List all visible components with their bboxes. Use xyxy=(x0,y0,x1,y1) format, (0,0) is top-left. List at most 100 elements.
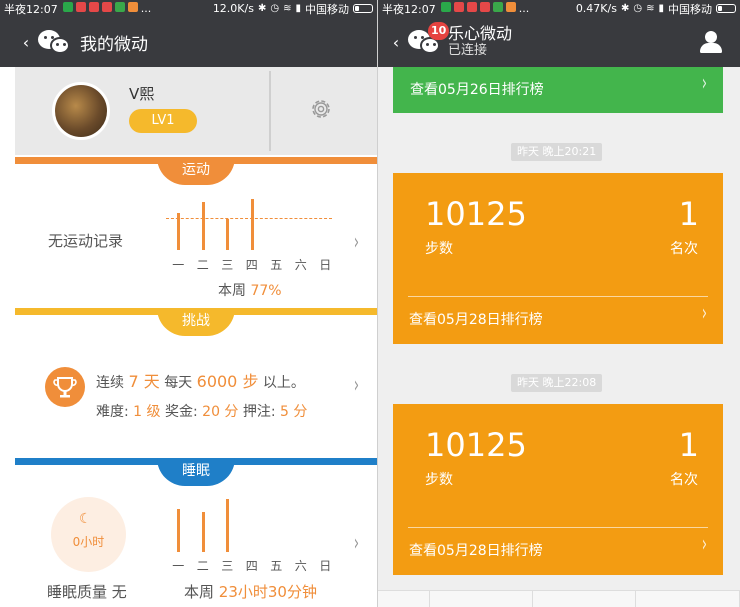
ranking-link[interactable]: 查看05月26日排行榜 xyxy=(410,79,544,99)
no-exercise-record: 无运动记录 xyxy=(48,232,124,250)
sleep-week-summary: 本周 23小时30分钟 xyxy=(184,583,317,601)
weekday-label: 三 xyxy=(221,258,234,272)
level-badge: LV1 xyxy=(129,109,197,133)
app-notif-icon xyxy=(505,2,516,12)
weekday-label: 二 xyxy=(196,258,209,272)
sleep-tab: 睡眠 xyxy=(157,458,235,486)
wechat-logo-icon: 10 xyxy=(408,22,450,56)
carrier-name: 中国移动 xyxy=(668,2,712,16)
alarm-icon: ◷ xyxy=(270,3,280,14)
menu-item[interactable] xyxy=(430,591,533,607)
step-report-card[interactable]: 10125 步数 1 名次 查看05月28日排行榜 › xyxy=(393,173,723,344)
app-notif-icon xyxy=(479,2,490,12)
status-time: 半夜12:07 xyxy=(382,2,436,16)
step-count: 10125 xyxy=(425,195,527,233)
chevron-right-icon: › xyxy=(701,301,708,326)
challenge-line-1: 连续 7 天 每天 6000 步 以上。 xyxy=(96,372,305,391)
user-profile-icon[interactable] xyxy=(700,31,722,53)
profile-card: V熙 LV1 xyxy=(15,67,377,155)
weekday-label: 六 xyxy=(294,258,307,272)
app-notif-icon xyxy=(492,2,503,12)
chevron-right-icon: › xyxy=(701,71,708,96)
weekday-label: 四 xyxy=(245,258,258,272)
day-bar xyxy=(226,219,229,250)
day-bar xyxy=(201,202,205,250)
connection-status: 已连接 xyxy=(448,42,488,58)
step-label: 步数 xyxy=(425,241,453,257)
day-bar xyxy=(177,213,180,250)
wifi-icon: ≋ xyxy=(283,3,292,14)
app-notif-icon xyxy=(75,2,86,12)
sleep-quality: 睡眠质量 无 xyxy=(47,583,127,601)
keyboard-toggle[interactable] xyxy=(378,591,430,607)
day-bar xyxy=(177,509,180,552)
unread-badge: 10 xyxy=(428,22,450,40)
bluetooth-icon: ✱ xyxy=(257,3,267,14)
app-notif-icon xyxy=(114,2,125,12)
status-bar: 半夜12:07 ... 12.0K/s ✱ ◷ ≋ ▮ 中国移动 xyxy=(0,0,377,17)
chevron-right-icon[interactable]: › xyxy=(354,230,359,255)
sleep-hours-circle: ☾ 0小时 xyxy=(51,497,126,572)
app-notif-icon xyxy=(101,2,112,12)
page-title: 我的微动 xyxy=(80,34,148,55)
rank-value: 1 xyxy=(678,195,699,233)
app-notif-icon xyxy=(440,2,451,12)
battery-icon xyxy=(353,4,373,13)
step-count: 10125 xyxy=(425,426,527,464)
trophy-icon xyxy=(45,367,85,407)
network-speed: 12.0K/s xyxy=(212,2,254,15)
carrier-name: 中国移动 xyxy=(305,2,349,16)
user-name: V熙 xyxy=(129,85,155,103)
status-more: ... xyxy=(140,2,152,15)
app-notif-icon xyxy=(62,2,73,12)
network-speed: 0.47K/s xyxy=(575,2,617,15)
weekday-label: 三 xyxy=(221,559,234,573)
nav-bar: ‹ 我的微动 xyxy=(0,17,377,67)
avatar[interactable] xyxy=(52,82,110,140)
moon-icon: ☾ xyxy=(79,511,92,527)
menu-item[interactable] xyxy=(636,591,740,607)
day-bar xyxy=(201,512,205,552)
ranking-card-top[interactable]: 查看05月26日排行榜 › xyxy=(393,67,723,113)
weekday-label: 日 xyxy=(319,559,332,573)
settings-gear-icon[interactable] xyxy=(309,97,333,121)
weekday-label: 五 xyxy=(270,258,283,272)
challenge-line-2: 难度: 1 级 奖金: 20 分 押注: 5 分 xyxy=(96,404,308,420)
chevron-right-icon[interactable]: › xyxy=(354,531,359,556)
sleep-weekday-labels: 一二三四五六日 xyxy=(166,557,338,574)
weekday-label: 二 xyxy=(196,559,209,573)
chevron-right-icon: › xyxy=(701,532,708,557)
wechat-logo-icon xyxy=(38,28,72,56)
sleep-hours: 0小时 xyxy=(72,535,105,549)
challenge-tab: 挑战 xyxy=(157,308,235,336)
ranking-link[interactable]: 查看05月28日排行榜 xyxy=(409,309,543,329)
menu-item[interactable] xyxy=(533,591,636,607)
chevron-right-icon[interactable]: › xyxy=(354,373,359,398)
message-timestamp: 昨天 晚上20:21 xyxy=(511,143,603,161)
message-timestamp: 昨天 晚上22:08 xyxy=(511,374,603,392)
status-time: 半夜12:07 xyxy=(4,2,58,16)
battery-icon xyxy=(716,4,736,13)
ranking-link[interactable]: 查看05月28日排行榜 xyxy=(409,540,543,560)
rank-label: 名次 xyxy=(670,472,698,488)
exercise-week-summary: 本周 77% xyxy=(218,283,282,299)
weekday-label: 六 xyxy=(294,559,307,573)
status-more: ... xyxy=(518,2,530,15)
bluetooth-icon: ✱ xyxy=(620,3,630,14)
goal-dashed-line xyxy=(166,218,332,219)
weekday-label: 一 xyxy=(172,559,185,573)
weekday-label: 一 xyxy=(172,258,185,272)
day-bar xyxy=(226,499,229,552)
app-notif-icon xyxy=(127,2,138,12)
wifi-icon: ≋ xyxy=(646,3,655,14)
nav-bar: ‹ 10 乐心微动 已连接 xyxy=(378,17,740,67)
exercise-tab: 运动 xyxy=(157,157,235,185)
rank-value: 1 xyxy=(678,426,699,464)
right-screen: 半夜12:07 ... 0.47K/s ✱ ◷ ≋ ▮ 中国移动 ‹ 10 乐心… xyxy=(378,0,740,607)
back-button[interactable]: ‹ xyxy=(384,33,408,52)
left-screen: 半夜12:07 ... 12.0K/s ✱ ◷ ≋ ▮ 中国移动 ‹ 我的微动 … xyxy=(0,0,377,607)
step-report-card[interactable]: 10125 步数 1 名次 查看05月28日排行榜 › xyxy=(393,404,723,575)
back-button[interactable]: ‹ xyxy=(14,33,38,52)
app-notif-icon xyxy=(453,2,464,12)
signal-icon: ▮ xyxy=(658,3,664,14)
